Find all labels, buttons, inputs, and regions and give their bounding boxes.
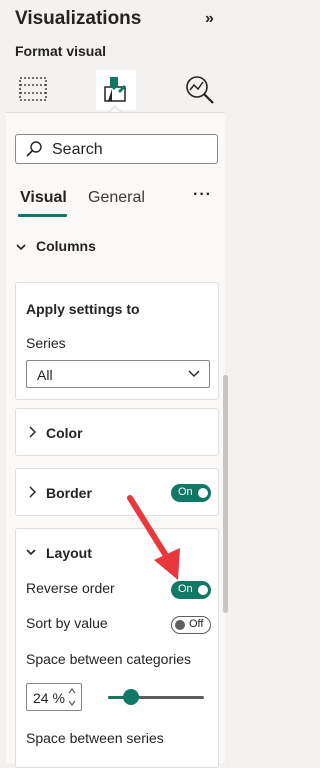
stepper-arrows-icon[interactable]: [68, 687, 76, 707]
border-card-title: Border: [46, 485, 92, 501]
section-title: Columns: [36, 238, 96, 254]
search-placeholder: Search: [52, 141, 103, 158]
border-card[interactable]: Border On: [15, 468, 219, 516]
slider-thumb[interactable]: [123, 689, 140, 705]
toggle-knob: [198, 585, 208, 595]
pane-title: Visualizations: [15, 8, 142, 29]
chevron-right-icon: [29, 486, 36, 498]
toggle-knob: [198, 488, 208, 498]
tab-general[interactable]: General: [88, 189, 145, 207]
chevron-down-icon[interactable]: [26, 548, 36, 556]
search-icon: [26, 141, 42, 157]
chevron-right-icon: [29, 426, 36, 438]
space-between-categories-stepper[interactable]: 24 %: [26, 683, 82, 711]
pane-subtitle: Format visual: [15, 43, 107, 59]
space-between-categories-value: 24 %: [33, 690, 65, 706]
active-tab-underline: [18, 214, 67, 217]
apply-settings-card: Apply settings to Series All: [15, 282, 219, 400]
layout-card-title: Layout: [46, 545, 92, 561]
series-label: Series: [26, 335, 66, 351]
series-dropdown[interactable]: All: [26, 360, 210, 388]
pane-header: Visualizations » Format visual: [0, 0, 230, 113]
more-options-icon[interactable]: ···: [193, 186, 212, 204]
sort-by-value-toggle[interactable]: Off: [171, 616, 211, 634]
reverse-order-label: Reverse order: [26, 580, 115, 596]
chevron-down-icon: [16, 238, 26, 254]
space-between-series-label: Space between series: [26, 730, 164, 746]
annotation-arrow-icon: [127, 495, 180, 580]
apply-settings-title: Apply settings to: [26, 301, 140, 317]
chevron-down-icon: [188, 370, 200, 377]
toggle-knob: [175, 620, 185, 630]
series-selected-value: All: [37, 367, 53, 383]
collapse-pane-icon[interactable]: »: [205, 10, 214, 28]
analytics-magnifier-icon[interactable]: [180, 70, 220, 110]
section-columns-header[interactable]: Columns: [16, 238, 96, 254]
color-card[interactable]: Color: [15, 408, 219, 456]
panel-scrollbar[interactable]: [223, 375, 228, 613]
tab-visual[interactable]: Visual: [20, 189, 67, 207]
search-input[interactable]: Search: [15, 134, 218, 164]
build-visual-icon[interactable]: [13, 70, 53, 110]
sort-by-value-toggle-label: Off: [189, 618, 204, 630]
color-card-title: Color: [46, 425, 83, 441]
format-paintbrush-icon[interactable]: [96, 70, 136, 110]
layout-card: Layout Reverse order On Sort by value Of…: [15, 528, 219, 768]
sort-by-value-label: Sort by value: [26, 615, 108, 631]
space-between-categories-label: Space between categories: [26, 651, 191, 667]
